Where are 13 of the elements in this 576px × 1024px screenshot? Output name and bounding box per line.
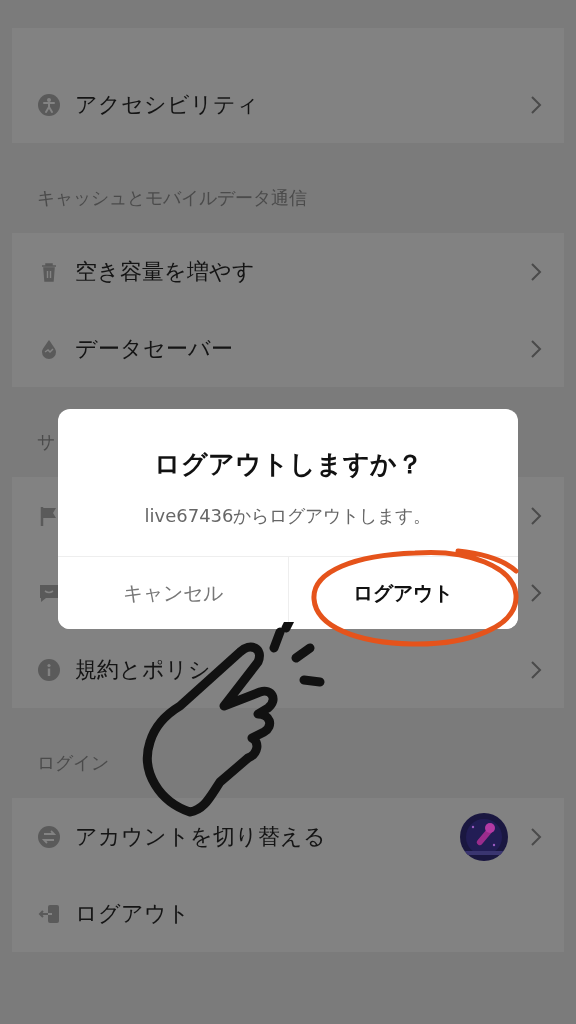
row-label[interactable]: 空き容量を増やす [75, 256, 255, 287]
row-label[interactable]: 規約とポリシ [75, 654, 211, 685]
dialog-message: live67436からログアウトします。 [144, 504, 432, 528]
dialog-title: ログアウトしますか？ [153, 448, 423, 481]
swap-icon [38, 825, 60, 848]
logout-icon [38, 902, 60, 925]
cancel-button[interactable]: キャンセル [58, 557, 289, 629]
info-icon [38, 658, 60, 681]
row-label[interactable]: アカウントを切り替える [75, 821, 326, 852]
row-label[interactable]: アクセシビリティ [75, 89, 259, 120]
accessibility-icon [38, 93, 60, 116]
row-label[interactable]: データセーバー [75, 333, 233, 364]
row-label[interactable]: ログアウト [75, 898, 190, 929]
